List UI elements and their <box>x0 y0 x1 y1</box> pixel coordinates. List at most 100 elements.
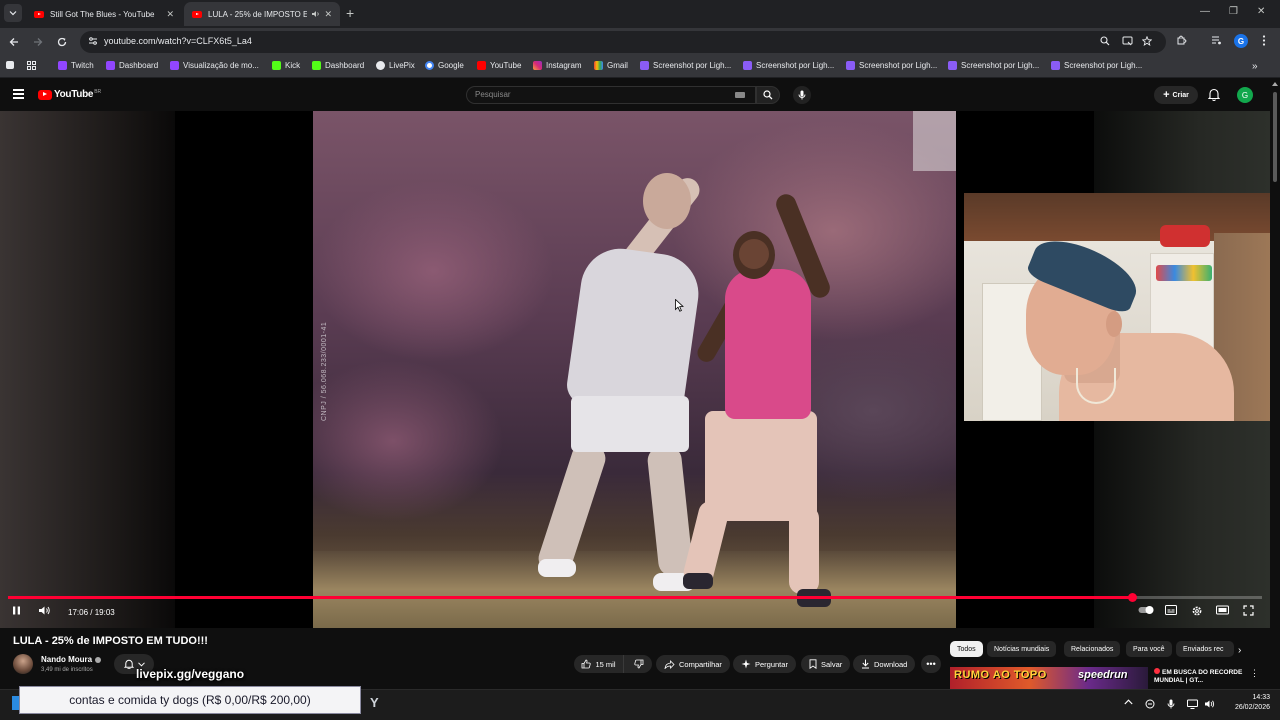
bookmark-twitch[interactable]: Twitch <box>58 61 94 70</box>
download-button[interactable]: Download <box>853 655 916 673</box>
speaker-icon[interactable] <box>311 10 320 18</box>
bookmark-livepix[interactable]: LivePix <box>376 61 415 70</box>
search-button[interactable] <box>756 86 780 104</box>
chip-todos[interactable]: Todos <box>950 641 983 657</box>
back-arrow-icon[interactable] <box>7 35 21 49</box>
twitch-icon <box>106 61 115 70</box>
taskbar-clock[interactable]: 14:33 26/02/2026 <box>1222 693 1270 713</box>
zoom-icon[interactable] <box>1100 36 1110 46</box>
video-frame[interactable]: CNPJ / 56.068.233/0001-41 <box>313 111 956 628</box>
site-settings-icon[interactable] <box>88 36 98 46</box>
page-scrollbar[interactable] <box>1270 78 1280 690</box>
bookmark-screenshot-1[interactable]: Screenshot por Ligh... <box>640 61 731 70</box>
bookmark-screenshot-3[interactable]: Screenshot por Ligh... <box>846 61 937 70</box>
keyboard-icon[interactable] <box>735 92 745 98</box>
close-window-icon[interactable]: ✕ <box>1257 6 1265 17</box>
close-tab-icon[interactable]: ✕ <box>166 9 174 20</box>
browser-menu-kebab-icon[interactable] <box>1262 35 1266 46</box>
chip-enviados-recentemente[interactable]: Enviados rec <box>1176 641 1234 657</box>
youtube-logo[interactable]: YouTube BR <box>38 89 101 100</box>
browser-tab-still-got-the-blues[interactable]: Still Got The Blues - YouTube ✕ <box>26 2 182 26</box>
address-bar[interactable]: youtube.com/watch?v=CLFX6t5_La4 <box>80 31 1166 53</box>
stream-overlay-link: livepix.gg/veggano <box>136 667 245 681</box>
search-input[interactable]: Pesquisar <box>466 86 756 104</box>
recommendation-title[interactable]: EM BUSCA DO RECORDE MUNDIAL | GT... <box>1154 668 1244 685</box>
bookmark-screenshot-5[interactable]: Screenshot por Ligh... <box>1051 61 1142 70</box>
create-button[interactable]: + Criar <box>1154 86 1198 104</box>
account-avatar[interactable]: G <box>1237 87 1253 103</box>
video-progress-bar[interactable] <box>8 593 1262 602</box>
tray-network-icon[interactable] <box>1187 699 1198 709</box>
notifications-bell-icon[interactable] <box>1208 88 1220 101</box>
bookmark-star-icon[interactable] <box>1142 36 1152 46</box>
theater-mode-button[interactable] <box>1216 605 1229 615</box>
tray-app-icon[interactable] <box>1145 699 1155 709</box>
chip-para-voce[interactable]: Para você <box>1126 641 1172 657</box>
kick-icon <box>312 61 321 70</box>
bookmark-dashboard-kick[interactable]: Dashboard <box>312 61 364 70</box>
taskbar-app-icon[interactable]: Y <box>370 695 379 710</box>
tray-volume-icon[interactable] <box>1204 699 1215 709</box>
save-button[interactable]: Salvar <box>801 655 851 673</box>
dislike-button[interactable] <box>626 655 652 673</box>
bookmark-kick[interactable]: Kick <box>272 61 300 70</box>
chips-next-chevron-icon[interactable]: › <box>1238 645 1241 656</box>
extensions-puzzle-icon[interactable] <box>1176 35 1187 46</box>
minimize-window-icon[interactable]: — <box>1200 6 1210 17</box>
youtube-play-icon <box>38 89 52 100</box>
pause-button[interactable] <box>11 605 22 616</box>
bookmark-google[interactable]: Google <box>425 61 464 70</box>
bookmark-label: Screenshot por Ligh... <box>859 61 938 70</box>
gear-icon <box>1192 606 1202 616</box>
bookmark-gmail[interactable]: Gmail <box>594 61 628 70</box>
recommendation-title-text: EM BUSCA DO RECORDE MUNDIAL | GT... <box>1154 669 1243 684</box>
profile-avatar[interactable]: G <box>1234 34 1248 48</box>
tab-search-button[interactable] <box>4 4 22 22</box>
subtitles-button[interactable] <box>1165 605 1177 615</box>
settings-button[interactable] <box>1191 605 1203 617</box>
dancer-face <box>739 239 769 269</box>
scroll-up-arrow-icon[interactable] <box>1272 82 1278 86</box>
new-tab-plus-icon[interactable]: + <box>346 6 354 20</box>
bookmark-youtube[interactable]: YouTube <box>477 61 521 70</box>
more-bookmarks-chevron-icon[interactable]: » <box>1252 61 1258 72</box>
fullscreen-button[interactable] <box>1243 605 1254 616</box>
pause-icon <box>13 606 20 615</box>
browser-tab-lula[interactable]: LULA - 25% de IMPOSTO EM TUDO!!! - YouTu… <box>184 2 340 26</box>
reload-icon[interactable] <box>55 35 69 49</box>
scrollbar-thumb[interactable] <box>1273 92 1277 182</box>
bookmark-screenshot-2[interactable]: Screenshot por Ligh... <box>743 61 834 70</box>
chip-noticias-mundiais[interactable]: Notícias mundiais <box>987 641 1057 657</box>
bookmark-visualizacao[interactable]: Visualização de mo... <box>170 61 259 70</box>
tray-microphone-icon[interactable] <box>1167 699 1175 709</box>
bookmark-instagram[interactable]: Instagram <box>533 61 582 70</box>
channel-name[interactable]: Nando Moura <box>41 655 102 664</box>
bookmark-dashboard-twitch[interactable]: Dashboard <box>106 61 158 70</box>
channel-avatar[interactable] <box>13 654 33 674</box>
more-actions-button[interactable]: ••• <box>921 655 941 673</box>
tray-chevron-up-icon[interactable] <box>1124 699 1133 705</box>
bookmark-screenshot-4[interactable]: Screenshot por Ligh... <box>948 61 1039 70</box>
bookmark-folder-icon[interactable] <box>6 61 18 69</box>
time-display: 17:06 / 19:03 <box>68 608 115 617</box>
apps-grid-icon[interactable] <box>27 61 36 70</box>
media-controls-icon[interactable] <box>1211 35 1222 45</box>
twitch-icon <box>58 61 67 70</box>
close-tab-icon[interactable]: ✕ <box>324 9 332 20</box>
volume-button[interactable] <box>38 605 51 616</box>
share-button[interactable]: Compartilhar <box>656 655 730 673</box>
forward-arrow-icon[interactable] <box>31 35 45 49</box>
chip-relacionados[interactable]: Relacionados <box>1064 641 1121 657</box>
autoplay-toggle[interactable] <box>1138 605 1155 615</box>
autoplay-toggle-icon <box>1138 606 1154 614</box>
bookmark-icon <box>809 659 817 669</box>
recommendation-thumbnail[interactable]: RUMO AO TOPO speedrun <box>950 667 1148 689</box>
ask-button[interactable]: Perguntar <box>733 655 796 673</box>
webcam-colorful-object <box>1156 265 1212 281</box>
recommendation-more-kebab-icon[interactable]: ⋮ <box>1250 668 1259 679</box>
like-button[interactable]: 15 mil <box>574 655 624 673</box>
restore-window-icon[interactable]: ❐ <box>1229 6 1238 17</box>
voice-search-button[interactable] <box>793 86 811 104</box>
cast-icon[interactable] <box>1122 36 1133 46</box>
hamburger-menu-icon[interactable] <box>13 89 24 99</box>
